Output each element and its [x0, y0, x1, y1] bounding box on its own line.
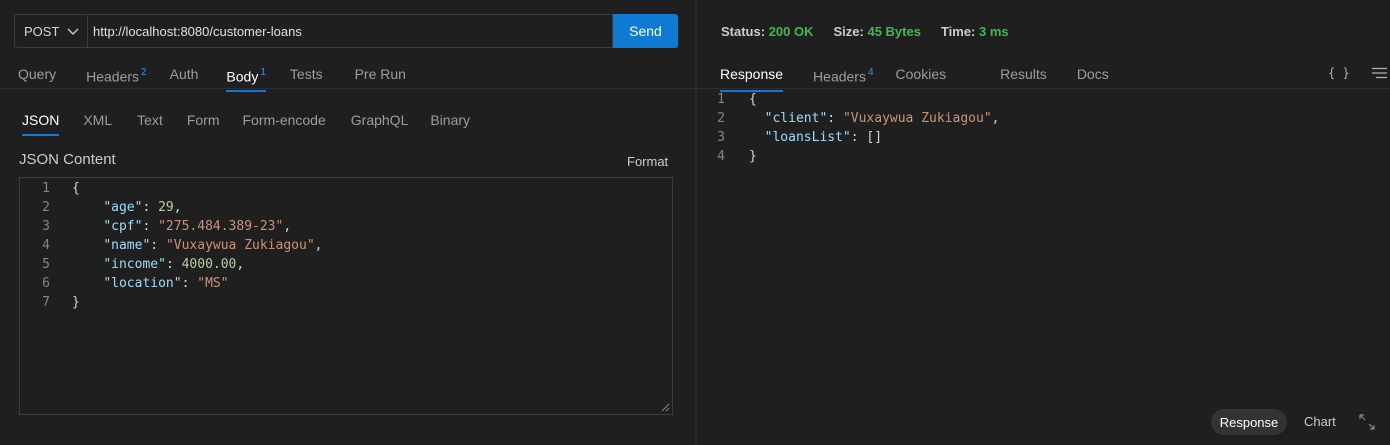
url-input[interactable]: http://localhost:8080/customer-loans: [87, 14, 613, 48]
tab-label: Cookies: [895, 66, 947, 82]
size-value: 45 Bytes: [867, 24, 921, 39]
divider: [0, 88, 695, 89]
code-line: {: [72, 181, 80, 196]
tab-label: Headers: [86, 68, 140, 85]
request-body-editor[interactable]: 1 {2 "age": 29, 3 "cpf": "275.484.389-23",…: [19, 177, 673, 415]
line-number: 4: [42, 238, 50, 253]
send-button[interactable]: Send: [613, 14, 678, 48]
line-number: 3: [717, 130, 725, 145]
tab-label: Query: [18, 66, 57, 82]
code-line: "loansList": []: [764, 130, 883, 145]
time-value: 3 ms: [979, 24, 1009, 39]
tab-label: Tests: [289, 66, 323, 82]
status-item: Status: 200 OK: [721, 24, 814, 39]
method-select[interactable]: POST: [14, 14, 87, 48]
code-line: "client": "Vuxaywua Zukiagou",: [764, 111, 1000, 126]
tab-label: Docs: [1076, 66, 1109, 82]
tab-label: Response: [720, 66, 784, 82]
tab-label: Results: [1000, 66, 1047, 82]
response-tools: { }: [1328, 66, 1387, 80]
code-line: "age": 29,: [103, 200, 182, 215]
expand-icon[interactable]: [1359, 414, 1375, 430]
format-button[interactable]: Format: [627, 154, 668, 169]
line-number: 5: [42, 257, 50, 272]
content-title: JSON Content: [19, 151, 116, 168]
body-type-tabs: JSON XML Text Form Form-encode GraphQL Binary: [22, 110, 470, 136]
body-tab-json[interactable]: JSON: [22, 110, 60, 136]
chevron-down-icon: [67, 28, 79, 35]
tab-count-badge: 2: [141, 67, 147, 78]
body-tab-text[interactable]: Text: [137, 110, 163, 136]
line-number: 3: [42, 219, 50, 234]
braces-icon[interactable]: { }: [1328, 66, 1350, 80]
time-item: Time: 3 ms: [940, 24, 1009, 39]
tab-count-badge: 4: [867, 67, 874, 78]
request-pane: POST http://localhost:8080/customer-loan…: [0, 0, 695, 445]
tab-label: Pre Run: [354, 66, 406, 82]
size-item: Size: 45 Bytes: [833, 24, 921, 39]
code-line: "name": "Vuxaywua Zukiagou",: [103, 238, 323, 253]
body-tab-form[interactable]: Form: [187, 110, 220, 136]
code-line: }: [72, 295, 80, 310]
line-number: 1: [42, 181, 50, 196]
request-bar: POST http://localhost:8080/customer-loan…: [14, 14, 678, 48]
response-pane: Status: 200 OK Size: 45 Bytes Time: 3 ms…: [697, 0, 1390, 445]
tab-count-badge: 1: [260, 67, 266, 78]
response-status: Status: 200 OK Size: 45 Bytes Time: 3 ms: [721, 24, 1029, 39]
line-number: 2: [42, 200, 50, 215]
body-tab-xml[interactable]: XML: [83, 110, 112, 136]
body-tab-form-encode[interactable]: Form-encode: [243, 110, 326, 136]
tab-label: Body: [226, 68, 259, 85]
code-line: }: [749, 149, 757, 164]
response-viewer: 1 {2 "client": "Vuxaywua Zukiagou", 3 "loa…: [697, 90, 1390, 190]
line-number: 4: [717, 149, 725, 164]
method-label: POST: [24, 23, 60, 39]
chart-view-button[interactable]: Chart: [1304, 414, 1336, 429]
line-number: 2: [717, 111, 725, 126]
code-line: "income": 4000.00,: [103, 257, 245, 272]
resize-handle-icon[interactable]: [660, 402, 670, 412]
code-line: "location": "MS": [103, 276, 229, 291]
menu-icon[interactable]: [1371, 67, 1387, 79]
response-view-button[interactable]: Response: [1211, 409, 1287, 435]
line-number: 6: [42, 276, 50, 291]
tab-label: Auth: [169, 66, 199, 82]
status-value: 200 OK: [768, 24, 814, 39]
divider: [697, 88, 1390, 89]
body-tab-graphql[interactable]: GraphQL: [351, 110, 409, 136]
code-line: {: [749, 92, 757, 107]
tab-label: Headers: [813, 68, 866, 85]
body-tab-binary[interactable]: Binary: [430, 110, 470, 136]
line-number: 1: [717, 92, 725, 107]
line-number: 7: [42, 295, 50, 310]
code-line: "cpf": "275.484.389-23",: [103, 219, 292, 234]
